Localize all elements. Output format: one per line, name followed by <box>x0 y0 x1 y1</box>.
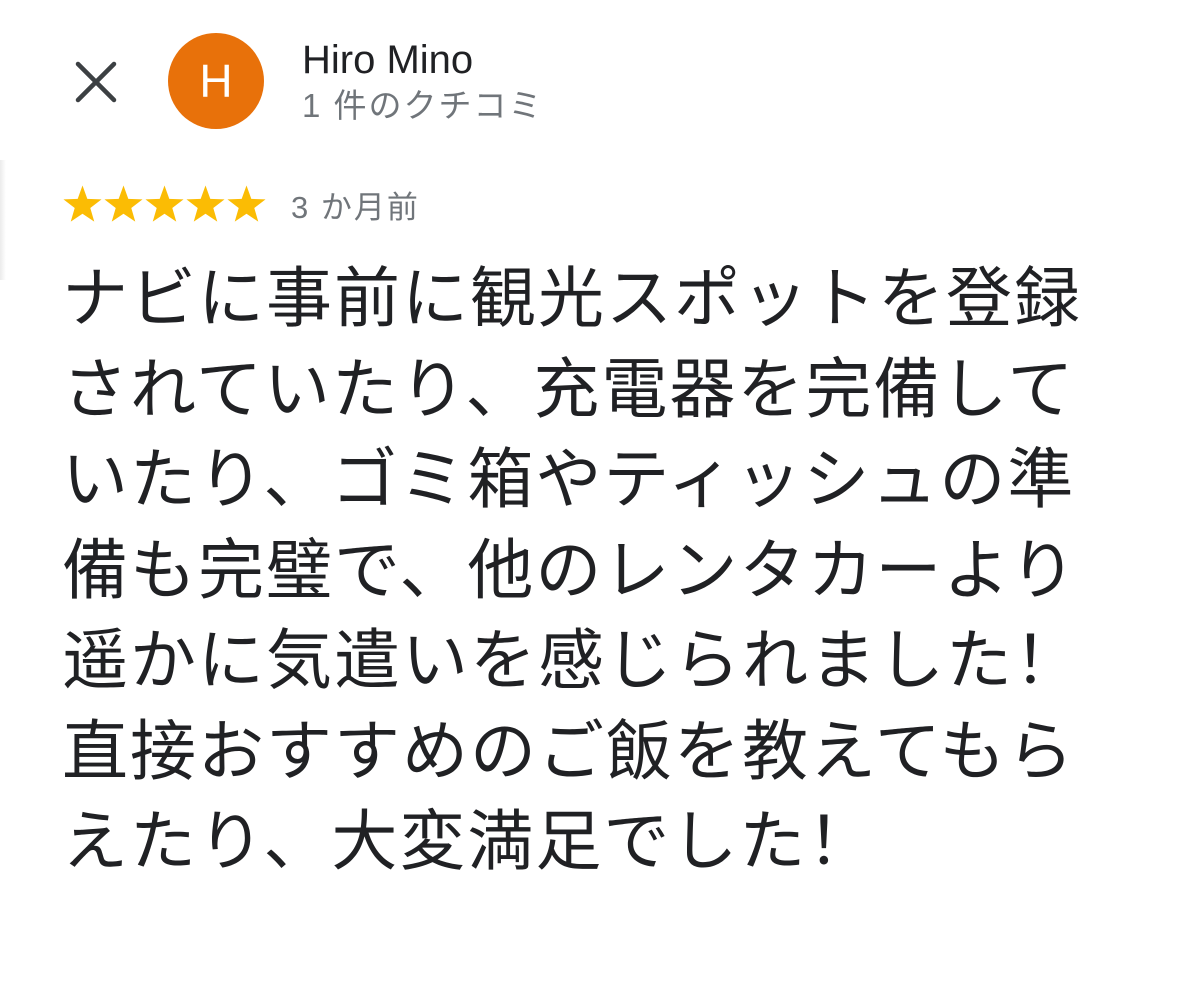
rating-row: 3 か月前 <box>62 178 420 230</box>
review-text: ナビに事前に観光スポットを登録されていたり、充電器を完備していたり、ゴミ箱やティ… <box>62 260 1082 880</box>
close-icon <box>75 61 117 103</box>
reviewer-review-count: 1 件のクチコミ <box>302 87 544 124</box>
close-button[interactable] <box>60 46 132 118</box>
star-icon <box>186 185 225 222</box>
star-rating <box>62 184 267 225</box>
review-header: H Hiro Mino 1 件のクチコミ <box>0 0 1179 160</box>
reviewer-name[interactable]: Hiro Mino <box>302 36 473 84</box>
edge-shadow <box>0 160 6 280</box>
review-date: 3 か月前 <box>291 189 420 225</box>
avatar[interactable]: H <box>168 33 264 129</box>
star-icon <box>104 185 143 222</box>
star-icon <box>63 185 102 222</box>
star-icon <box>145 185 184 222</box>
star-icon <box>227 185 266 222</box>
